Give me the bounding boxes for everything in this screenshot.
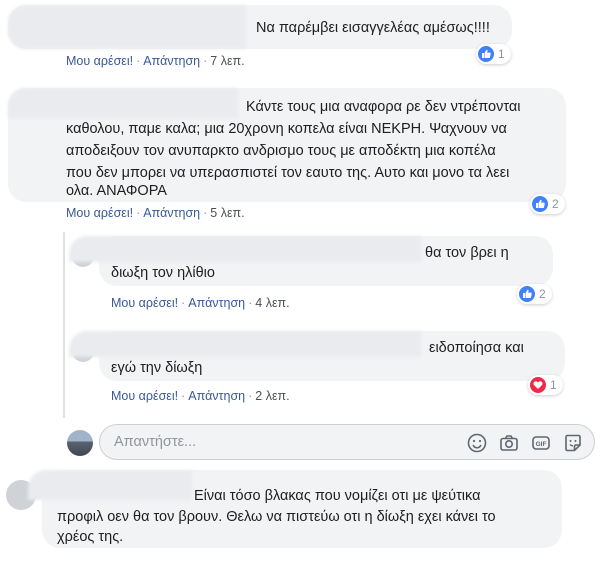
comment-text: χρέος της. <box>57 529 124 545</box>
reply-input[interactable] <box>112 433 446 451</box>
reply-composer: GIF <box>99 424 595 460</box>
reply-text: θα τον βρει η <box>425 245 509 261</box>
sticker-icon[interactable] <box>562 432 584 454</box>
love-icon <box>530 377 546 393</box>
reply-time[interactable]: 2 λεπ. <box>255 389 289 403</box>
comment-text: Κάντε τους μια αναφορα ρε δεν ντρέπονται <box>246 99 521 115</box>
redacted-author-name <box>8 88 238 118</box>
comment-time[interactable]: 7 λεπ. <box>210 54 244 68</box>
reply-bubble: θα τον βρει η διωξη τον ηλίθιο <box>69 236 553 286</box>
comment-text: προφιλ οεν θα τον βρουν. Θελω να πιστεύω… <box>57 509 496 525</box>
comment-text: Είναι τόσο βλακας που νομίζει οτι με ψεύ… <box>194 488 481 504</box>
reaction-summary[interactable]: 2 <box>530 194 565 214</box>
redacted-author-name <box>69 236 421 262</box>
reaction-summary[interactable]: 2 <box>517 284 552 304</box>
comment-text: καθολου, παμε καλα; μια 20χρονη κοπελα ε… <box>66 121 507 137</box>
reply-text: εγώ την δίωξη <box>111 360 203 376</box>
like-link[interactable]: Μου αρέσει! <box>66 54 133 68</box>
redacted-author-name <box>28 470 192 500</box>
reply-actions: Μου αρέσει! · Απάντηση · 2 λεπ. <box>111 389 290 403</box>
reply-thread-line <box>63 232 65 418</box>
reaction-count: 2 <box>539 287 546 301</box>
user-avatar[interactable] <box>67 430 93 456</box>
gif-icon[interactable]: GIF <box>530 432 552 454</box>
comment-bubble: Κάντε τους μια αναφορα ρε δεν ντρέπονται… <box>8 88 566 202</box>
comment-text: Να παρέμβει εισαγγελέας αμέσως!!!! <box>256 20 490 36</box>
comments-section: Να παρέμβει εισαγγελέας αμέσως!!!! 1 Μου… <box>0 0 611 573</box>
reply-link[interactable]: Απάντηση <box>188 389 245 403</box>
like-icon <box>519 286 535 302</box>
comment-text: ολα. ΑΝΑΦΟΡΑ <box>66 183 167 199</box>
reaction-count: 1 <box>550 378 557 392</box>
like-icon <box>532 196 548 212</box>
like-link[interactable]: Μου αρέσει! <box>66 206 133 220</box>
svg-text:GIF: GIF <box>536 441 547 448</box>
comment-time[interactable]: 5 λεπ. <box>210 206 244 220</box>
comment-text: αποδειξουν τον ανυπαρκτο ανδρισμο τους μ… <box>66 143 496 159</box>
like-link[interactable]: Μου αρέσει! <box>111 389 178 403</box>
reply-text: διωξη τον ηλίθιο <box>111 265 215 281</box>
reply-link[interactable]: Απάντηση <box>188 296 245 310</box>
reaction-count: 1 <box>498 47 505 61</box>
redacted-author-name <box>8 5 246 49</box>
reply-time[interactable]: 4 λεπ. <box>255 296 289 310</box>
comment-bubble: Είναι τόσο βλακας που νομίζει οτι με ψεύ… <box>28 470 562 548</box>
reply-bubble: ειδοποίησα και εγώ την δίωξη <box>69 331 565 381</box>
comment-bubble: Να παρέμβει εισαγγελέας αμέσως!!!! <box>8 5 512 49</box>
camera-icon[interactable] <box>498 432 520 454</box>
comment-actions: Μου αρέσει! · Απάντηση · 5 λεπ. <box>66 206 245 220</box>
redacted-author-name <box>69 331 421 357</box>
comment-actions: Μου αρέσει! · Απάντηση · 7 λεπ. <box>66 54 245 68</box>
like-link[interactable]: Μου αρέσει! <box>111 296 178 310</box>
reaction-count: 2 <box>552 197 559 211</box>
reply-text: ειδοποίησα και <box>429 340 524 356</box>
reply-link[interactable]: Απάντηση <box>143 206 200 220</box>
emoji-icon[interactable] <box>466 432 488 454</box>
like-icon <box>478 46 494 62</box>
reply-actions: Μου αρέσει! · Απάντηση · 4 λεπ. <box>111 296 290 310</box>
reaction-summary[interactable]: 1 <box>528 375 563 395</box>
reply-link[interactable]: Απάντηση <box>143 54 200 68</box>
reaction-summary[interactable]: 1 <box>476 44 511 64</box>
